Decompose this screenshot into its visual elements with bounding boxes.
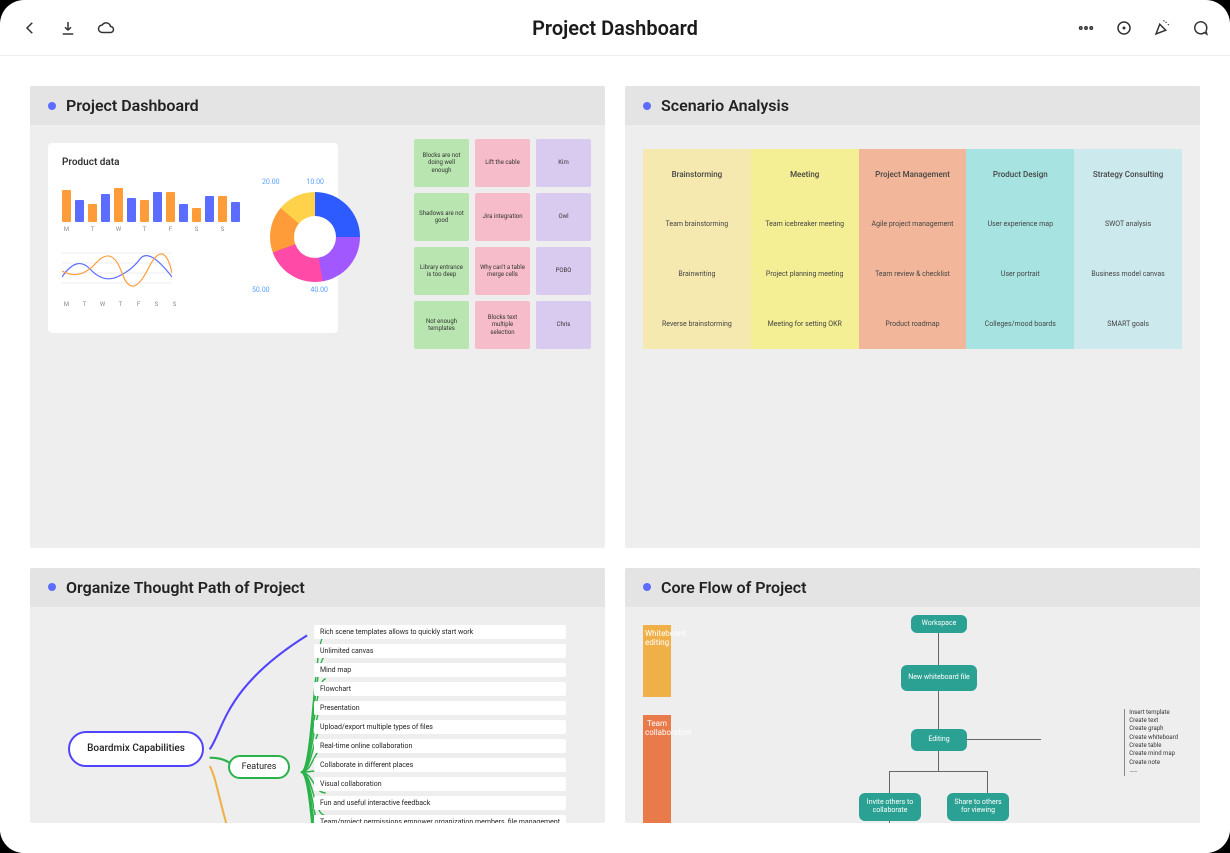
sticky-note[interactable]: Shadows are not good [414, 193, 469, 241]
panel-title: Organize Thought Path of Project [66, 578, 305, 597]
bullet-icon [48, 583, 56, 591]
mindmap-item[interactable]: Fun and useful interactive feedback [314, 796, 566, 810]
back-button[interactable] [20, 18, 40, 38]
mindmap-item[interactable]: Presentation [314, 701, 566, 715]
table-cell[interactable]: User experience map [966, 199, 1074, 249]
table-cell[interactable]: Agile project management [859, 199, 967, 249]
bullet-icon [643, 102, 651, 110]
sticky-note[interactable]: Blocks are not doing well enough [414, 139, 469, 187]
panel-thought-path[interactable]: Organize Thought Path of Project Boardmi… [30, 568, 605, 824]
table-header: Product Design [966, 149, 1074, 199]
product-data-label: Product data [62, 157, 324, 168]
sticky-grid: Blocks are not doing well enoughLift the… [414, 139, 591, 349]
line-x-labels: MT WT FS S [62, 301, 240, 308]
table-header: Brainstorming [643, 149, 751, 199]
table-cell[interactable]: SWOT analysis [1074, 199, 1182, 249]
comment-icon[interactable] [1190, 18, 1210, 38]
bullet-icon [643, 583, 651, 591]
table-cell[interactable]: Product roadmap [859, 299, 967, 349]
sticky-note[interactable]: Jira integration [475, 193, 530, 241]
mindmap-item[interactable]: Collaborate in different places [314, 758, 566, 772]
flow-side-list: Insert templateCreate textCreate graphCr… [1124, 709, 1178, 776]
bar-chart [62, 178, 240, 222]
mindmap-items: Rich scene templates allows to quickly s… [314, 625, 566, 824]
table-cell[interactable]: Business model canvas [1074, 249, 1182, 299]
mindmap-item[interactable]: Visual collaboration [314, 777, 566, 791]
line-chart [62, 247, 172, 293]
mindmap-item[interactable]: Real-time online collaboration [314, 739, 566, 753]
flow-node[interactable]: Editing [911, 729, 967, 751]
panel-title: Scenario Analysis [661, 96, 789, 115]
download-icon[interactable] [58, 18, 78, 38]
table-cell[interactable]: Colleges/mood boards [966, 299, 1074, 349]
sticky-note[interactable]: Kim [536, 139, 591, 187]
table-cell[interactable]: Project planning meeting [751, 249, 859, 299]
scenario-table: BrainstormingMeetingProject ManagementPr… [643, 149, 1182, 349]
bar-x-labels: MT WT FS S [62, 226, 240, 233]
sticky-note[interactable]: POBO [536, 247, 591, 295]
table-cell[interactable]: Team brainstorming [643, 199, 751, 249]
page-title: Project Dashboard [220, 16, 1010, 40]
sticky-note[interactable]: Not enough templates [414, 301, 469, 349]
table-cell[interactable]: Meeting for setting OKR [751, 299, 859, 349]
sticky-note[interactable]: Chris [536, 301, 591, 349]
flowchart: Whiteboard editing Team collaboration Wo… [643, 625, 1182, 806]
more-icon[interactable] [1076, 18, 1096, 38]
titlebar: Project Dashboard [0, 0, 1230, 56]
flow-node[interactable]: Share to others for viewing [947, 793, 1009, 821]
panel-core-flow[interactable]: Core Flow of Project Whiteboard editing … [625, 568, 1200, 824]
mindmap-item[interactable]: Unlimited canvas [314, 644, 566, 658]
donut-chart: 20.00 10.00 50.00 40.00 [260, 178, 324, 288]
cloud-icon[interactable] [96, 18, 116, 38]
mindmap: Boardmix Capabilities Features Rich scen… [48, 625, 587, 806]
panel-project-dashboard[interactable]: Project Dashboard Product data [30, 86, 605, 548]
workspace[interactable]: Project Dashboard Product data [0, 56, 1230, 853]
sticky-note[interactable]: Lift the cable [475, 139, 530, 187]
record-icon[interactable] [1114, 18, 1134, 38]
panel-title: Project Dashboard [66, 96, 199, 115]
table-header: Strategy Consulting [1074, 149, 1182, 199]
panel-title: Core Flow of Project [661, 578, 807, 597]
swimlane: Whiteboard editing [643, 625, 671, 697]
table-cell[interactable]: Team icebreaker meeting [751, 199, 859, 249]
mindmap-features[interactable]: Features [228, 755, 290, 779]
mindmap-item[interactable]: Mind map [314, 663, 566, 677]
table-header: Project Management [859, 149, 967, 199]
flow-node[interactable]: Invite others to collaborate [859, 793, 921, 821]
table-cell[interactable]: Brainwriting [643, 249, 751, 299]
flow-node[interactable]: New whiteboard file [901, 665, 977, 691]
table-cell[interactable]: User portrait [966, 249, 1074, 299]
flow-node[interactable]: Workspace [911, 615, 967, 633]
mindmap-item[interactable]: Flowchart [314, 682, 566, 696]
bullet-icon [48, 102, 56, 110]
swimlane: Team collaboration [643, 715, 671, 824]
app-window: Project Dashboard Project Dashboard Prod… [0, 0, 1230, 853]
sticky-note[interactable]: Library entrance is too deep [414, 247, 469, 295]
sticky-note[interactable]: Why can't a table merge cells [475, 247, 530, 295]
mindmap-item[interactable]: Rich scene templates allows to quickly s… [314, 625, 566, 639]
table-cell[interactable]: Team review & checklist [859, 249, 967, 299]
table-cell[interactable]: SMART goals [1074, 299, 1182, 349]
mindmap-item[interactable]: Upload/export multiple types of files [314, 720, 566, 734]
table-header: Meeting [751, 149, 859, 199]
mindmap-item[interactable]: Team/project permissions empower organiz… [314, 815, 566, 824]
panel-scenario-analysis[interactable]: Scenario Analysis BrainstormingMeetingPr… [625, 86, 1200, 548]
mindmap-root[interactable]: Boardmix Capabilities [68, 731, 204, 767]
table-cell[interactable]: Reverse brainstorming [643, 299, 751, 349]
party-icon[interactable] [1152, 18, 1172, 38]
sticky-note[interactable]: Owl [536, 193, 591, 241]
product-data-card: Product data [48, 143, 338, 333]
sticky-note[interactable]: Blocks text multiple selection [475, 301, 530, 349]
